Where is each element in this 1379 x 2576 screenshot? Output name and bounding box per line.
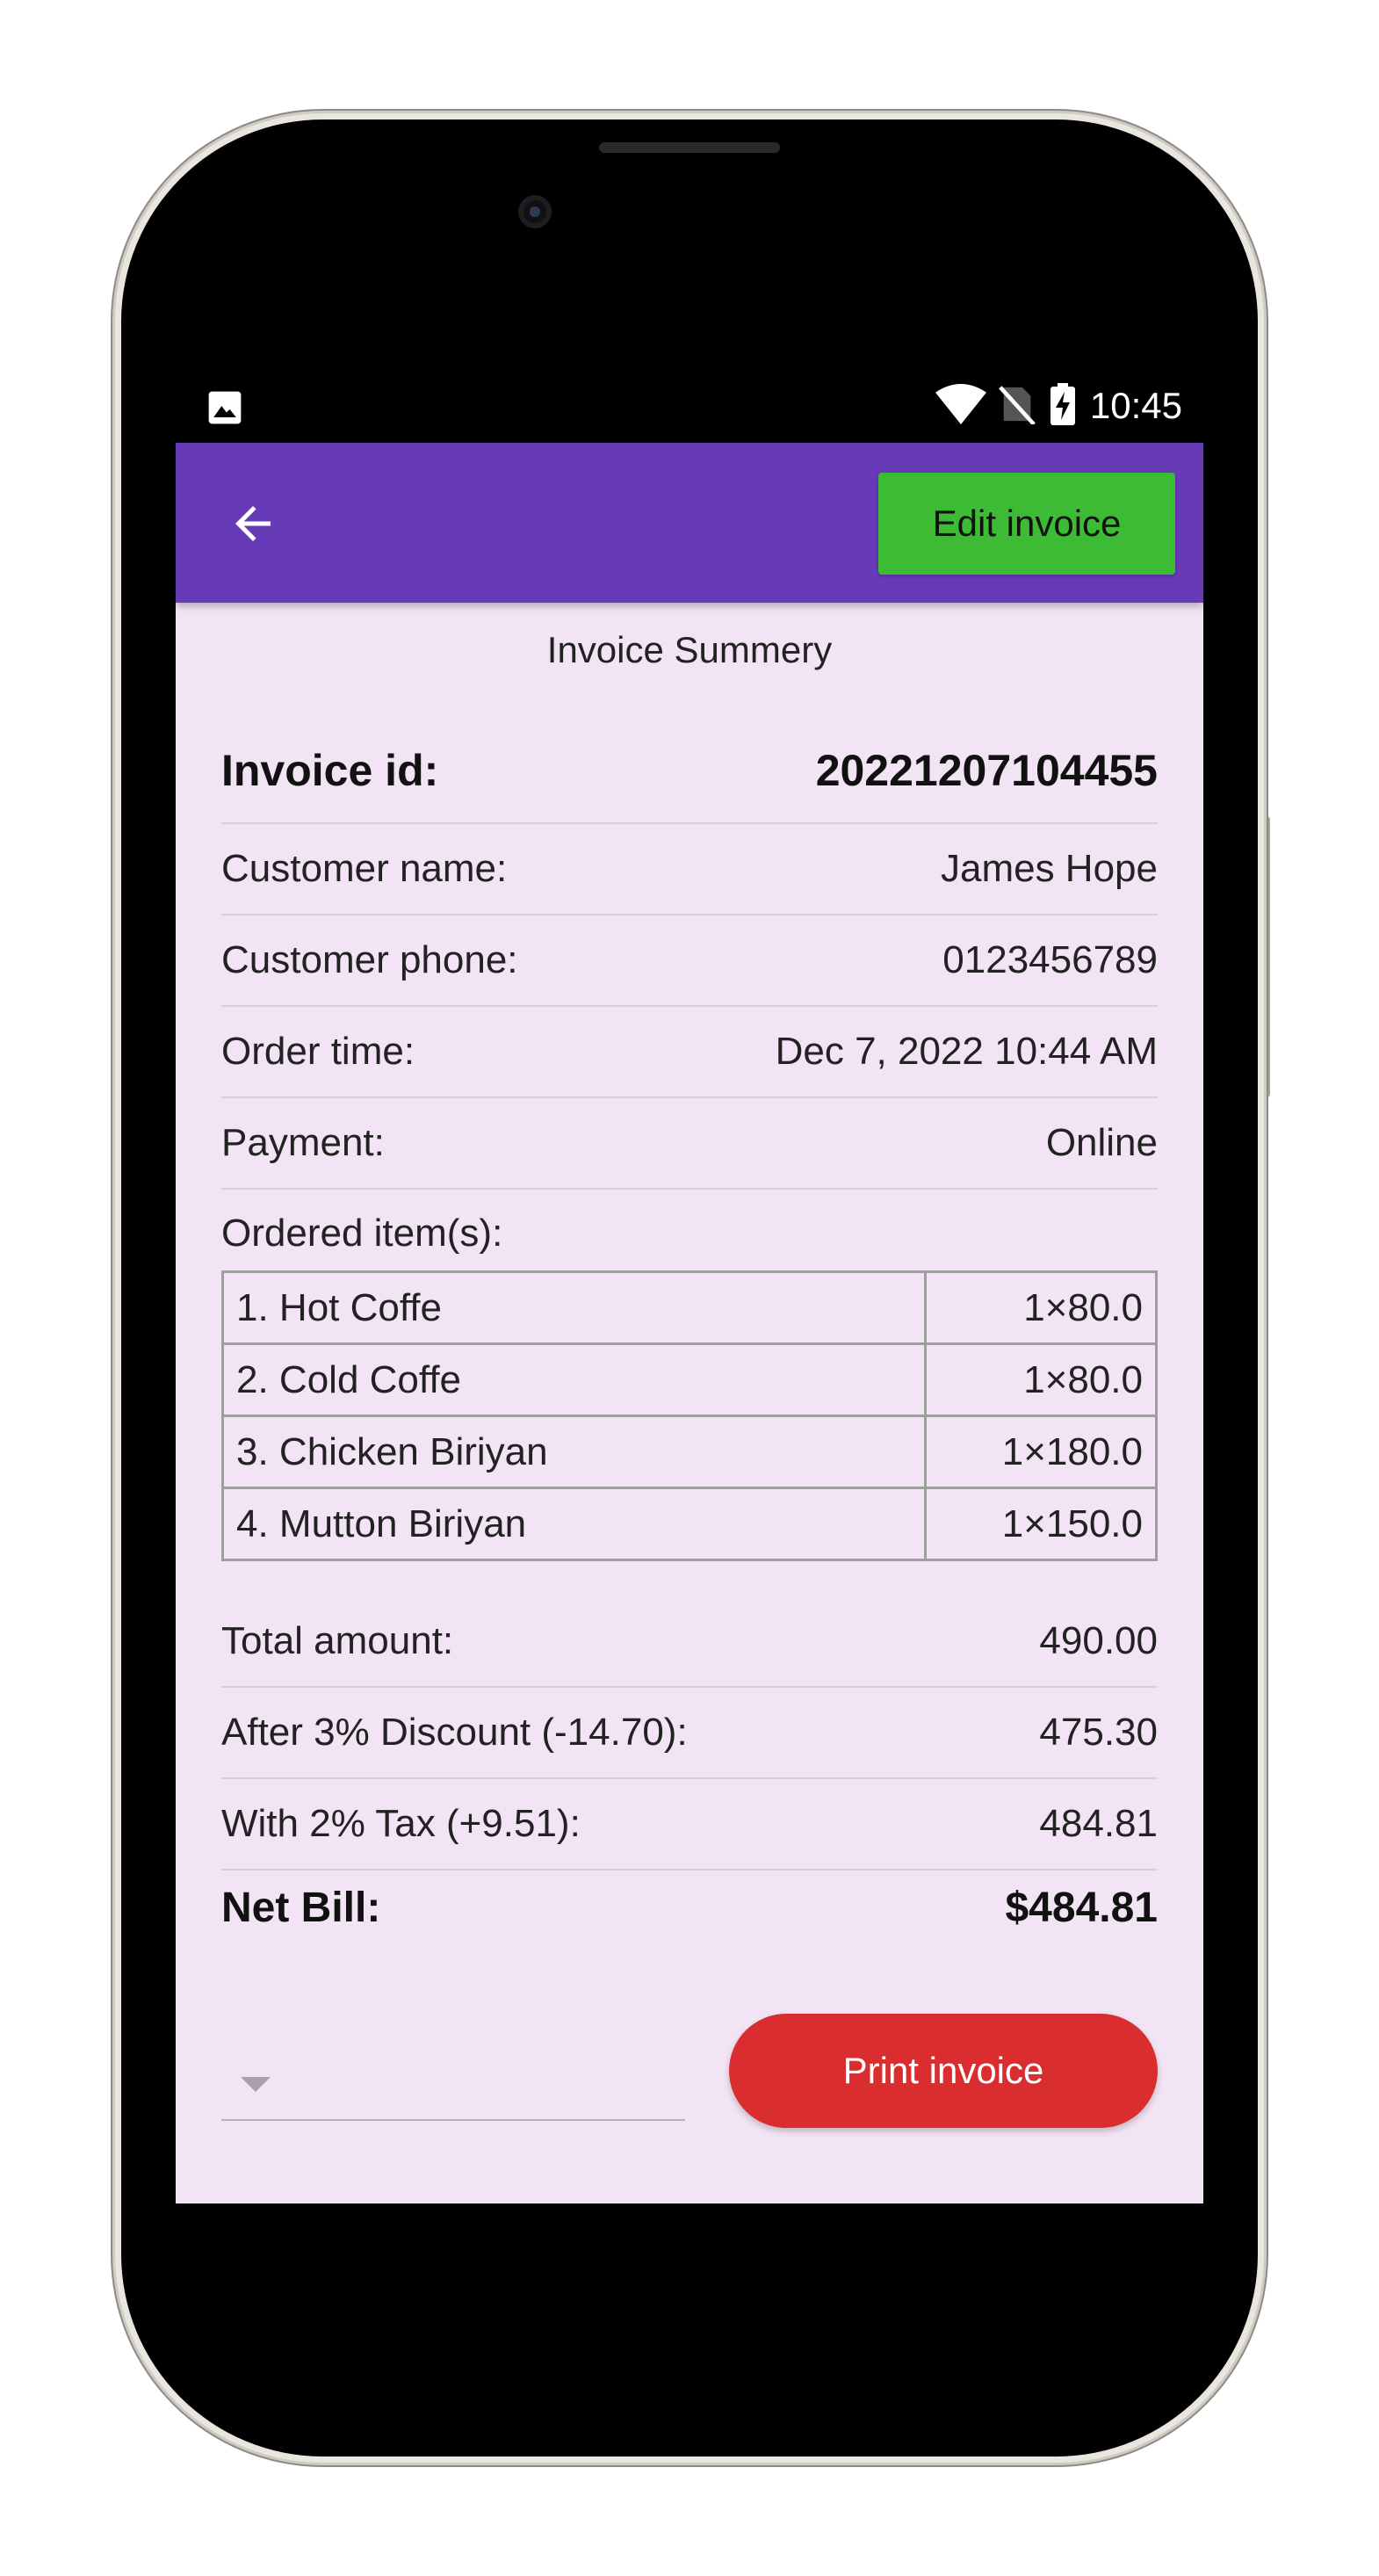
clock: 10:45 [1089, 385, 1182, 426]
net-bill-row: Net Bill: $484.81 [221, 1870, 1158, 1932]
front-camera [518, 195, 552, 228]
item-name: 4. Mutton Biriyan [221, 1487, 927, 1561]
row-value: James Hope [940, 847, 1158, 890]
table-row: 2. Cold Coffe 1×80.0 [221, 1342, 1158, 1417]
item-quantity-price: 1×80.0 [924, 1270, 1158, 1345]
invoice-id-row: Invoice id: 20221207104455 [221, 719, 1158, 824]
ordered-items-table: 1. Hot Coffe 1×80.0 2. Cold Coffe 1×80.0… [221, 1270, 1158, 1561]
row-label: Payment: [221, 1121, 385, 1164]
invoice-id-label: Invoice id: [221, 746, 439, 795]
row-value: 0123456789 [942, 938, 1158, 981]
row-value: Dec 7, 2022 10:44 AM [775, 1030, 1158, 1073]
item-name: 3. Chicken Biriyan [221, 1415, 927, 1489]
row-label: Total amount: [221, 1619, 454, 1662]
back-arrow-icon[interactable] [220, 490, 286, 557]
item-name: 1. Hot Coffe [221, 1270, 927, 1345]
row-value: 490.00 [1039, 1619, 1158, 1662]
earpiece-speaker [599, 142, 780, 153]
side-button-right [1258, 815, 1270, 1098]
payment-row: Payment: Online [221, 1098, 1158, 1190]
row-label: With 2% Tax (+9.51): [221, 1802, 581, 1845]
table-row: 1. Hot Coffe 1×80.0 [221, 1270, 1158, 1345]
customer-name-row: Customer name: James Hope [221, 824, 1158, 915]
dropdown-arrow-icon [241, 2077, 271, 2092]
invoice-details: Invoice id: 20221207104455 Customer name… [221, 719, 1158, 1932]
order-time-row: Order time: Dec 7, 2022 10:44 AM [221, 1007, 1158, 1098]
app-bar: Edit invoice [176, 443, 1203, 603]
screen: 10:45 Edit invoice Invoice Summery Invoi… [176, 369, 1203, 2203]
customer-phone-row: Customer phone: 0123456789 [221, 915, 1158, 1007]
invoice-id-value: 20221207104455 [815, 746, 1158, 795]
invoice-summary-panel: Invoice Summery Invoice id: 202212071044… [176, 603, 1203, 2203]
discount-row: After 3% Discount (-14.70): 475.30 [221, 1688, 1158, 1779]
net-bill-label: Net Bill: [221, 1885, 381, 1931]
row-label: Customer name: [221, 847, 508, 890]
ordered-items-label: Ordered item(s): [221, 1212, 503, 1255]
row-label: After 3% Discount (-14.70): [221, 1711, 688, 1754]
tax-row: With 2% Tax (+9.51): 484.81 [221, 1779, 1158, 1870]
battery-charging-icon [1048, 382, 1078, 430]
item-quantity-price: 1×150.0 [924, 1487, 1158, 1561]
row-label: Customer phone: [221, 938, 518, 981]
page-title: Invoice Summery [546, 629, 833, 670]
row-value: Online [1045, 1121, 1158, 1164]
row-label: Order time: [221, 1030, 415, 1073]
net-bill-value: $484.81 [1005, 1885, 1158, 1931]
wifi-icon [935, 383, 986, 429]
table-row: 4. Mutton Biriyan 1×150.0 [221, 1487, 1158, 1561]
totals-section: Total amount: 490.00 After 3% Discount (… [221, 1596, 1158, 1932]
row-value: 475.30 [1039, 1711, 1158, 1754]
edit-invoice-button[interactable]: Edit invoice [878, 473, 1175, 575]
no-sim-icon [999, 384, 1036, 429]
item-quantity-price: 1×180.0 [924, 1415, 1158, 1489]
total-amount-row: Total amount: 490.00 [221, 1596, 1158, 1688]
printer-select-dropdown[interactable] [221, 2022, 685, 2121]
print-invoice-button[interactable]: Print invoice [729, 2014, 1158, 2128]
row-value: 484.81 [1039, 1802, 1158, 1845]
table-row: 3. Chicken Biriyan 1×180.0 [221, 1415, 1158, 1489]
item-name: 2. Cold Coffe [221, 1342, 927, 1417]
image-notification-icon [206, 388, 244, 427]
status-bar: 10:45 [176, 369, 1203, 443]
item-quantity-price: 1×80.0 [924, 1342, 1158, 1417]
